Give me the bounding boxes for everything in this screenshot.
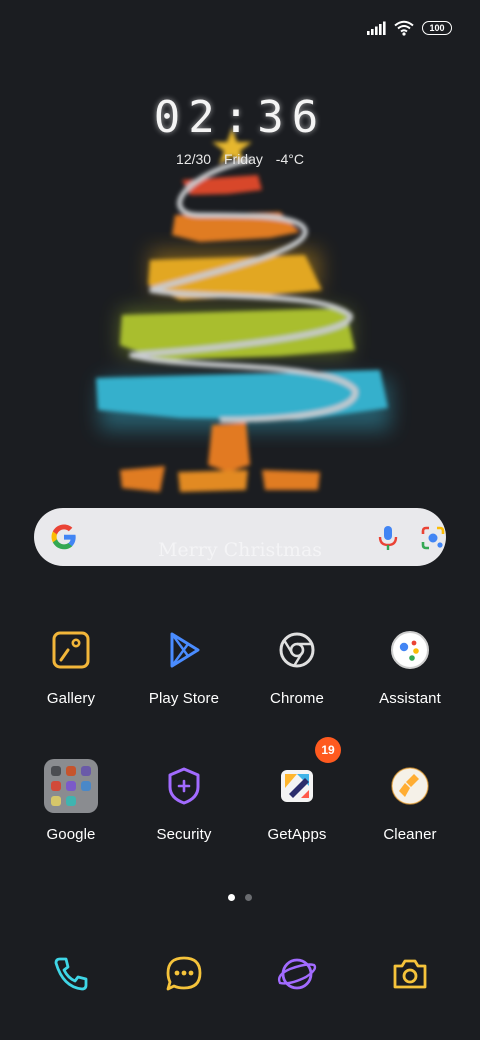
app-chrome[interactable]: Chrome: [241, 620, 353, 707]
google-search-bar[interactable]: [34, 508, 446, 566]
folder-mini-icon: [51, 796, 61, 806]
play-store-icon: [154, 620, 214, 680]
camera-icon: [393, 959, 427, 989]
wifi-icon: [394, 20, 414, 36]
app-label: Gallery: [46, 690, 96, 707]
signal-bars-icon: [367, 21, 386, 35]
app-label: Chrome: [270, 690, 324, 707]
google-g-icon: [51, 524, 76, 550]
folder-mini-icon: [81, 796, 91, 806]
folder-mini-icon: [51, 781, 61, 791]
dock-messages[interactable]: [160, 950, 208, 998]
chrome-icon: [267, 620, 327, 680]
folder-icon: [41, 756, 101, 816]
dock-browser[interactable]: [273, 950, 321, 998]
assistant-icon: [380, 620, 440, 680]
date-text: 12/30: [176, 151, 212, 167]
browser-planet-icon: [277, 958, 317, 990]
temperature-text: -4°C: [275, 151, 304, 167]
status-bar: 100: [366, 14, 452, 42]
app-getapps[interactable]: 19 GetApps: [241, 737, 353, 843]
app-label: Google: [46, 826, 96, 843]
phone-icon: [54, 957, 88, 991]
getapps-icon: 19: [267, 737, 341, 816]
gallery-icon: [41, 620, 101, 680]
app-security[interactable]: Security: [128, 756, 240, 843]
folder-mini-icon: [66, 796, 76, 806]
app-label: Security: [156, 826, 212, 843]
app-label: GetApps: [267, 826, 327, 843]
folder-mini-icon: [66, 781, 76, 791]
clock-time[interactable]: 02:36: [0, 92, 480, 143]
weekday-text: Friday: [223, 151, 263, 167]
app-gallery[interactable]: Gallery: [15, 620, 127, 707]
app-label: Assistant: [379, 690, 441, 707]
microphone-icon[interactable]: [376, 525, 400, 551]
page-dot-active[interactable]: [228, 894, 235, 901]
folder-google[interactable]: Google: [15, 756, 127, 843]
page-dot[interactable]: [245, 894, 252, 901]
dock-phone[interactable]: [47, 950, 95, 998]
dock-camera[interactable]: [386, 950, 434, 998]
app-assistant[interactable]: Assistant: [354, 620, 466, 707]
app-label: Cleaner: [383, 826, 437, 843]
folder-mini-icon: [81, 781, 91, 791]
date-weather-line[interactable]: 12/30 Friday -4°C: [0, 151, 480, 167]
notification-badge: 19: [315, 737, 341, 763]
app-play-store[interactable]: Play Store: [128, 620, 240, 707]
security-shield-icon: [154, 756, 214, 816]
messages-icon: [166, 956, 202, 991]
page-indicator[interactable]: [0, 894, 480, 901]
folder-mini-icon: [66, 766, 76, 776]
folder-mini-icon: [81, 766, 91, 776]
home-screen: 100 02:36 12/30 Friday -4°C Merry Christ…: [0, 0, 480, 1040]
camera-lens-icon[interactable]: [420, 525, 446, 551]
battery-level: 100: [429, 22, 445, 33]
battery-indicator: 100: [422, 21, 452, 35]
app-cleaner[interactable]: Cleaner: [354, 756, 466, 843]
folder-mini-icon: [51, 766, 61, 776]
app-label: Play Store: [148, 690, 220, 707]
cleaner-brush-icon: [380, 756, 440, 816]
